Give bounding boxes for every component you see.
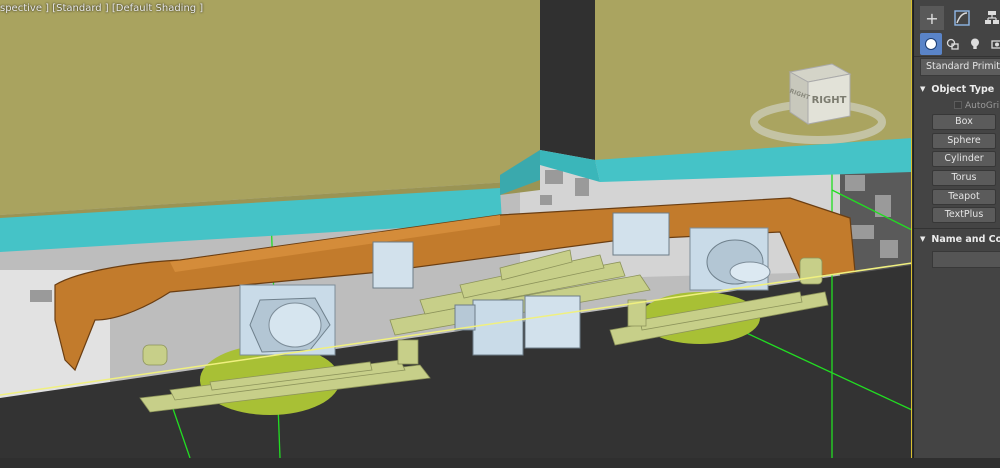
tank-car-left-top — [0, 0, 540, 215]
name-color-title: Name and Colo — [931, 234, 1000, 245]
brake-cylinder-b — [524, 295, 581, 349]
create-plus-icon: + — [925, 8, 939, 28]
geometry-sphere-icon — [925, 38, 937, 50]
torus-button[interactable]: Torus — [932, 170, 996, 186]
rollout-collapse-icon: ▼ — [920, 85, 926, 93]
autogrid-label: AutoGri — [965, 101, 1000, 111]
shapes-icon — [946, 38, 959, 50]
object-type-title: Object Type — [931, 84, 995, 95]
cylinder-button[interactable]: Cylinder — [932, 151, 996, 167]
brake-cylinder-a — [472, 299, 524, 356]
box-button[interactable]: Box — [932, 114, 996, 130]
panel-separator — [914, 228, 1000, 229]
viewcube[interactable]: RIGHT RIGHT — [750, 60, 890, 150]
hierarchy-tab[interactable] — [980, 6, 1000, 30]
viewport-label[interactable]: spective ] [Standard ] [Default Shading … — [0, 3, 203, 14]
create-category-tabs — [920, 33, 1000, 55]
primitive-type-dropdown[interactable]: Standard Primitive — [920, 58, 1000, 76]
cameras-tab[interactable] — [986, 33, 1000, 55]
create-tab[interactable]: + — [920, 6, 944, 30]
active-viewport-border — [911, 0, 912, 458]
perspective-viewport[interactable]: spective ] [Standard ] [Default Shading … — [0, 0, 912, 458]
name-color-rollout-header[interactable]: ▼ Name and Colo — [920, 231, 1000, 247]
modify-tab[interactable] — [950, 6, 974, 30]
object-name-field[interactable] — [932, 251, 1000, 268]
teapot-button[interactable]: Teapot — [932, 189, 996, 205]
object-type-rollout-header[interactable]: ▼ Object Type — [920, 81, 1000, 97]
sphere-button[interactable]: Sphere — [932, 133, 996, 149]
bracket-left — [372, 241, 414, 289]
hierarchy-icon — [985, 11, 999, 24]
rollout-collapse-icon: ▼ — [920, 235, 926, 243]
viewport-bottom-strip — [0, 458, 1000, 468]
shapes-tab[interactable] — [942, 33, 964, 55]
bracket-right — [612, 212, 670, 256]
viewcube-face-label: RIGHT — [812, 95, 847, 106]
panel-separator — [914, 56, 1000, 57]
cameras-icon — [991, 40, 1000, 49]
axle-box-left — [239, 284, 336, 356]
lights-icon — [971, 38, 979, 49]
lights-tab[interactable] — [964, 33, 986, 55]
modify-icon — [954, 10, 970, 26]
textplus-button[interactable]: TextPlus — [932, 207, 996, 223]
geometry-tab[interactable] — [920, 33, 942, 55]
command-panel: + Standard Primit ▼ Object Type AutoGri … — [913, 0, 1000, 458]
command-panel-tabs: + — [920, 6, 1000, 30]
autogrid-checkbox[interactable]: AutoGri — [954, 100, 1000, 112]
autogrid-checkbox-box[interactable] — [954, 101, 962, 109]
axle-box-right — [689, 227, 771, 291]
tank-car-gap — [540, 0, 595, 160]
